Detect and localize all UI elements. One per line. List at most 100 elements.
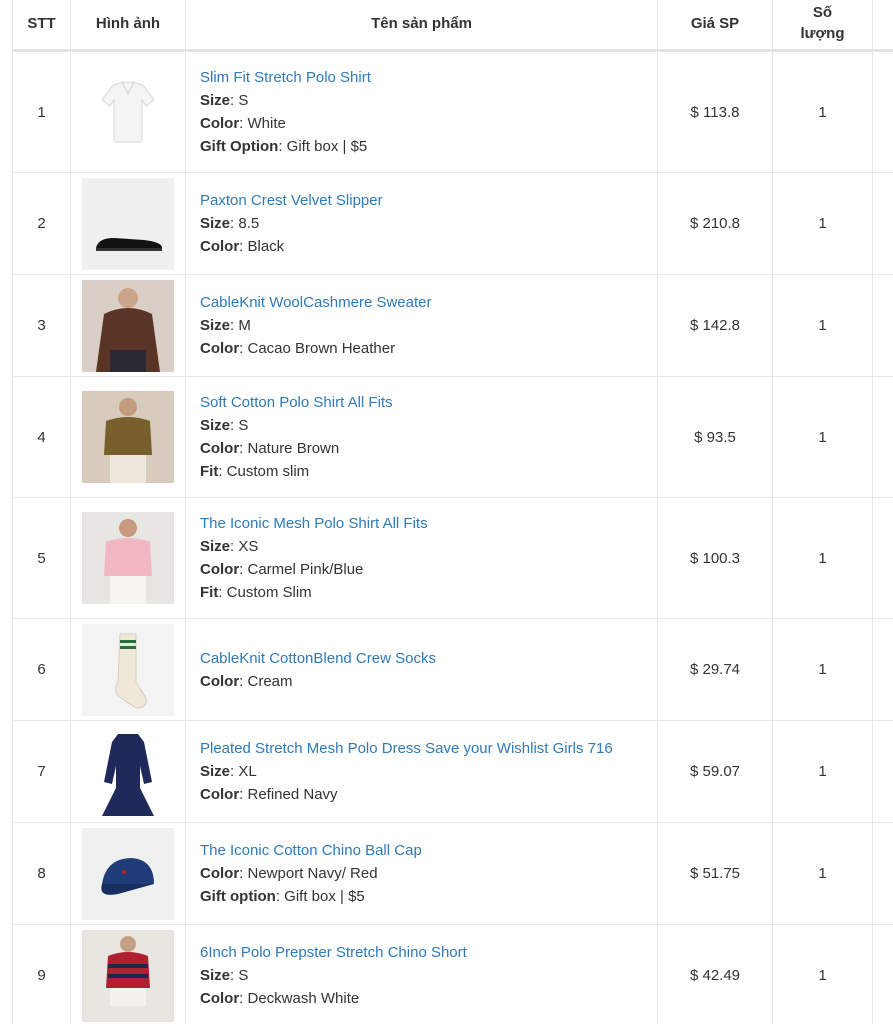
attribute-value: : S bbox=[230, 967, 249, 984]
white-polo-shirt-image[interactable] bbox=[82, 66, 174, 158]
table-row: 1 Slim Fit Stretch Polo Shirt Size: S Color… bbox=[12, 50, 893, 173]
navy-dress-image[interactable] bbox=[82, 725, 174, 818]
table-row: 4 Soft Cotton Polo Shirt All Fits Size: S C… bbox=[12, 376, 893, 498]
product-price: $ 29.74 bbox=[657, 618, 773, 721]
table-header-row: STT Hình ảnh Tên sản phẩm Giá SP Số lượn… bbox=[12, 0, 893, 52]
attribute-label: Fit bbox=[200, 463, 219, 480]
product-name-link[interactable]: The Iconic Mesh Polo Shirt All Fits bbox=[200, 512, 647, 535]
product-price: $ 210.8 bbox=[657, 172, 773, 275]
attribute-value: : Carmel Pink/Blue bbox=[239, 561, 364, 578]
attribute-label: Fit bbox=[200, 584, 219, 601]
attribute-label: Color bbox=[200, 440, 240, 457]
product-attribute: Fit: Custom Slim bbox=[200, 581, 647, 604]
header-image: Hình ảnh bbox=[70, 0, 186, 52]
attribute-value: : Nature Brown bbox=[239, 440, 340, 457]
table-row: 7 Pleated Stretch Mesh Polo Dress Save yo… bbox=[12, 720, 893, 823]
attribute-label: Size bbox=[200, 967, 231, 984]
product-name-link[interactable]: Paxton Crest Velvet Slipper bbox=[200, 189, 647, 212]
header-name: Tên sản phẩm bbox=[185, 0, 658, 52]
attribute-value: : Cacao Brown Heather bbox=[239, 340, 396, 357]
product-details-cell: CableKnit CottonBlend Crew Socks Color: C… bbox=[185, 618, 658, 721]
pink-polo-image[interactable] bbox=[82, 512, 174, 604]
attribute-value: : Newport Navy/ Red bbox=[239, 865, 378, 882]
attribute-value: : Gift box | $5 bbox=[275, 888, 365, 905]
row-extra-cell bbox=[872, 172, 893, 275]
attribute-label: Color bbox=[200, 865, 240, 882]
row-extra-cell bbox=[872, 497, 893, 619]
chino-short-image[interactable] bbox=[82, 929, 174, 1022]
product-price: $ 100.3 bbox=[657, 497, 773, 619]
attribute-label: Gift option bbox=[200, 888, 276, 905]
header-stt: STT bbox=[12, 0, 71, 52]
cream-socks-image[interactable] bbox=[82, 623, 174, 716]
product-details-cell: Soft Cotton Polo Shirt All Fits Size: S Co… bbox=[185, 376, 658, 498]
row-extra-cell bbox=[872, 822, 893, 925]
product-attribute: Color: Cream bbox=[200, 670, 647, 693]
table-row: 5 The Iconic Mesh Polo Shirt All Fits Size… bbox=[12, 497, 893, 619]
product-name-link[interactable]: CableKnit CottonBlend Crew Socks bbox=[200, 647, 647, 670]
row-index: 1 bbox=[12, 50, 71, 173]
product-attribute: Color: Black bbox=[200, 235, 647, 258]
attribute-label: Size bbox=[200, 215, 231, 232]
product-details-cell: The Iconic Cotton Chino Ball Cap Color: N… bbox=[185, 822, 658, 925]
attribute-value: : Gift box | $5 bbox=[278, 138, 368, 155]
order-table: STT Hình ảnh Tên sản phẩm Giá SP Số lượn… bbox=[12, 0, 893, 1024]
product-image-cell bbox=[70, 376, 186, 498]
product-name-link[interactable]: Pleated Stretch Mesh Polo Dress Save you… bbox=[200, 737, 647, 760]
product-details-cell: Slim Fit Stretch Polo Shirt Size: S Color:… bbox=[185, 50, 658, 173]
product-attribute: Size: XL bbox=[200, 760, 647, 783]
header-qty: Số lượng bbox=[772, 0, 873, 52]
product-attribute: Size: S bbox=[200, 964, 647, 987]
attribute-label: Size bbox=[200, 317, 231, 334]
attribute-label: Color bbox=[200, 990, 240, 1007]
attribute-value: : S bbox=[230, 417, 249, 434]
product-price: $ 113.8 bbox=[657, 50, 773, 173]
row-extra-cell bbox=[872, 274, 893, 377]
attribute-label: Color bbox=[200, 340, 240, 357]
attribute-label: Color bbox=[200, 561, 240, 578]
product-attribute: Color: Deckwash White bbox=[200, 987, 647, 1010]
product-attribute: Color: Nature Brown bbox=[200, 437, 647, 460]
attribute-value: : M bbox=[230, 317, 251, 334]
header-extra bbox=[872, 0, 893, 52]
table-row: 6 CableKnit CottonBlend Crew Socks Color: … bbox=[12, 618, 893, 721]
row-index: 9 bbox=[12, 924, 71, 1024]
attribute-value: : Cream bbox=[239, 672, 293, 690]
row-index: 7 bbox=[12, 720, 71, 823]
table-row: 3 CableKnit WoolCashmere Sweater Size: M Co… bbox=[12, 274, 893, 377]
product-quantity: 1 bbox=[772, 924, 873, 1024]
product-name-link[interactable]: The Iconic Cotton Chino Ball Cap bbox=[200, 839, 647, 862]
table-row: 2 Paxton Crest Velvet Slipper Size: 8.5 Col… bbox=[12, 172, 893, 275]
product-name-link[interactable]: Soft Cotton Polo Shirt All Fits bbox=[200, 391, 647, 414]
product-image-cell bbox=[70, 50, 186, 173]
black-slipper-image[interactable] bbox=[82, 177, 174, 270]
brown-sweater-image[interactable] bbox=[82, 279, 174, 372]
product-details-cell: 6Inch Polo Prepster Stretch Chino Short S… bbox=[185, 924, 658, 1024]
product-price: $ 59.07 bbox=[657, 720, 773, 823]
product-details-cell: CableKnit WoolCashmere Sweater Size: M Col… bbox=[185, 274, 658, 377]
product-attribute: Color: Refined Navy bbox=[200, 783, 647, 806]
attribute-value: : Custom Slim bbox=[218, 584, 312, 601]
product-image-cell bbox=[70, 924, 186, 1024]
product-name-link[interactable]: Slim Fit Stretch Polo Shirt bbox=[200, 66, 647, 89]
attribute-label: Size bbox=[200, 538, 231, 555]
attribute-value: : Deckwash White bbox=[239, 990, 360, 1007]
row-extra-cell bbox=[872, 720, 893, 823]
product-quantity: 1 bbox=[772, 172, 873, 275]
attribute-value: : Refined Navy bbox=[239, 786, 338, 803]
attribute-label: Size bbox=[200, 417, 231, 434]
product-image-cell bbox=[70, 822, 186, 925]
product-name-link[interactable]: CableKnit WoolCashmere Sweater bbox=[200, 291, 647, 314]
product-quantity: 1 bbox=[772, 822, 873, 925]
brown-polo-image[interactable] bbox=[82, 391, 174, 483]
product-name-link[interactable]: 6Inch Polo Prepster Stretch Chino Short bbox=[200, 941, 647, 964]
product-attribute: Gift option: Gift box | $5 bbox=[200, 885, 647, 908]
attribute-value: : White bbox=[239, 115, 286, 132]
attribute-value: : XL bbox=[230, 763, 257, 780]
attribute-label: Color bbox=[200, 786, 240, 803]
navy-cap-image[interactable] bbox=[82, 827, 174, 920]
row-index: 4 bbox=[12, 376, 71, 498]
product-image-cell bbox=[70, 720, 186, 823]
product-attribute: Size: M bbox=[200, 314, 647, 337]
product-image-cell bbox=[70, 618, 186, 721]
